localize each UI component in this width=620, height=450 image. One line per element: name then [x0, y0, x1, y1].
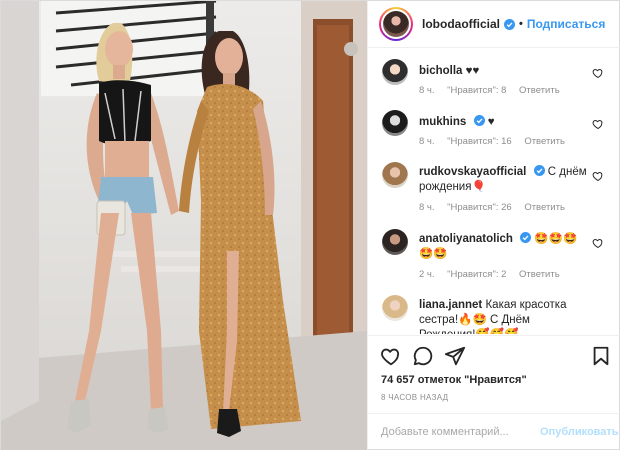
commenter-avatar[interactable]: [382, 59, 408, 85]
comment-username[interactable]: rudkovskayaofficial: [419, 166, 526, 178]
publish-button[interactable]: Опубликовать: [540, 426, 619, 438]
comment-text: ♥: [487, 116, 495, 128]
commenter-avatar[interactable]: [382, 110, 408, 136]
heart-outline-icon[interactable]: [592, 237, 604, 249]
author-username[interactable]: lobodaofficial: [422, 17, 500, 31]
comment-likes[interactable]: "Нравится": 2: [447, 269, 506, 280]
comment-text: ♥♥: [465, 65, 480, 77]
post-photo[interactable]: [1, 1, 367, 450]
heart-outline-icon[interactable]: [592, 67, 604, 79]
photo-illustration: [1, 1, 367, 450]
bookmark-icon[interactable]: [590, 345, 612, 367]
comment-time: 8 ч.: [419, 202, 435, 213]
commenter-avatar[interactable]: [382, 229, 408, 255]
commenter-avatar[interactable]: [382, 295, 408, 321]
action-bar: [368, 335, 620, 377]
comment-time: 2 ч.: [419, 269, 435, 280]
commenter-avatar[interactable]: [382, 162, 408, 188]
comment-likes[interactable]: "Нравится": 8: [447, 85, 506, 96]
post-header: lobodaofficial • Подписаться: [368, 1, 620, 48]
comment-likes[interactable]: "Нравится": 16: [447, 136, 512, 147]
comments-list[interactable]: bicholla ♥♥ 8 ч. "Нравится": 8 Ответить …: [368, 49, 620, 334]
follow-button[interactable]: Подписаться: [527, 17, 605, 31]
comment-bubble-icon[interactable]: [412, 345, 434, 367]
likes-count[interactable]: 74 657 отметок "Нравится": [381, 374, 527, 386]
reply-button[interactable]: Ответить: [524, 202, 565, 213]
comment-username[interactable]: liana.jannet: [419, 299, 482, 311]
verified-badge-icon: [473, 115, 485, 126]
paper-plane-icon[interactable]: [444, 345, 466, 367]
comment-time: 8 ч.: [419, 85, 435, 96]
heart-outline-icon[interactable]: [380, 345, 402, 367]
verified-badge-icon: [504, 18, 515, 30]
verified-badge-icon: [520, 232, 532, 243]
header-separator: •: [519, 18, 523, 30]
post-side-panel: lobodaofficial • Подписаться bicholla ♥♥…: [367, 1, 620, 450]
reply-button[interactable]: Ответить: [524, 136, 565, 147]
heart-outline-icon[interactable]: [592, 170, 604, 182]
reply-button[interactable]: Ответить: [519, 85, 560, 96]
add-comment-bar: Добавьте комментарий... Опубликовать: [368, 413, 620, 450]
comment-username[interactable]: anatoliyanatolich: [419, 233, 513, 245]
reply-button[interactable]: Ответить: [519, 269, 560, 280]
author-avatar[interactable]: [379, 7, 413, 41]
comment-username[interactable]: mukhins: [419, 116, 466, 128]
comment-time: 8 ч.: [419, 136, 435, 147]
heart-outline-icon[interactable]: [592, 118, 604, 130]
instagram-post: lobodaofficial • Подписаться bicholla ♥♥…: [0, 0, 620, 450]
comment-likes[interactable]: "Нравится": 26: [447, 202, 512, 213]
comment-input[interactable]: Добавьте комментарий...: [381, 426, 509, 438]
post-timestamp[interactable]: 8 ЧАСОВ НАЗАД: [381, 393, 448, 402]
comment-username[interactable]: bicholla: [419, 65, 462, 77]
verified-badge-icon: [533, 165, 545, 176]
